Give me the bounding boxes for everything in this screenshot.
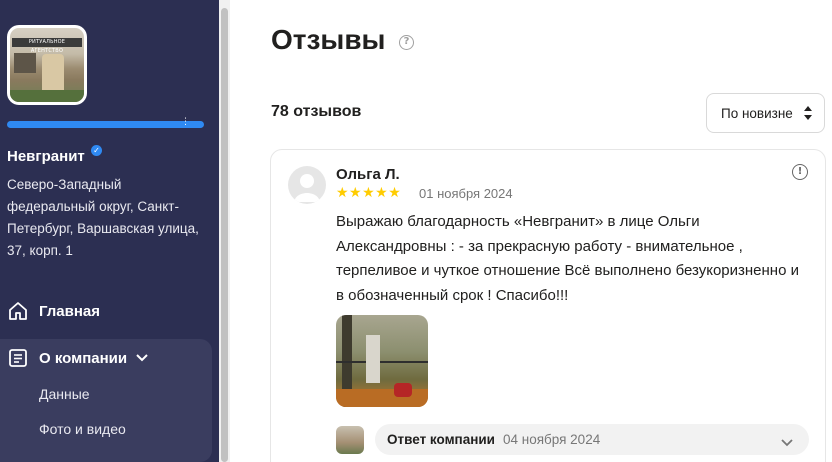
reviews-count: 78 отзывов bbox=[271, 103, 362, 120]
avatar[interactable] bbox=[288, 166, 326, 204]
sort-arrows-icon bbox=[804, 105, 812, 124]
review-text: Выражаю благодарность «Невгранит» в лице… bbox=[336, 213, 799, 304]
rating-stars: ★★★★★ bbox=[336, 185, 402, 201]
review-card: Ольга Л. ★★★★★ 01 ноября 2024 ! Выражаю … bbox=[270, 149, 826, 462]
sidebar-subitem-data[interactable]: Данные bbox=[39, 386, 90, 402]
sort-dropdown[interactable]: По новизне bbox=[706, 93, 825, 133]
company-address: Северо-Западный федеральный округ, Санкт… bbox=[7, 177, 199, 258]
review-date: 01 ноября 2024 bbox=[419, 186, 513, 201]
company-photo: РИТУАЛЬНОЕ АГЕНТСТВО bbox=[10, 28, 84, 102]
sidebar-scrollbar[interactable] bbox=[219, 0, 230, 462]
chevron-down-icon bbox=[781, 434, 793, 452]
company-reply-avatar bbox=[336, 426, 364, 454]
photo-monument bbox=[366, 335, 380, 383]
reply-date: 04 ноября 2024 bbox=[502, 432, 601, 447]
sort-selected-value: По новизне bbox=[721, 105, 793, 121]
scrollbar-thumb[interactable] bbox=[221, 8, 228, 462]
photo-fence bbox=[336, 361, 428, 363]
review-author[interactable]: Ольга Л. bbox=[336, 166, 400, 183]
document-icon bbox=[7, 347, 29, 369]
company-name: Невгранит bbox=[7, 148, 85, 165]
main-content: Отзывы ? 78 отзывов По новизне Ольга Л. … bbox=[230, 0, 832, 462]
reply-label: Ответ компании bbox=[387, 432, 495, 447]
photo-flowers bbox=[394, 383, 412, 397]
logo-grass bbox=[10, 90, 84, 102]
home-icon bbox=[7, 300, 29, 322]
chevron-down-icon[interactable] bbox=[135, 353, 149, 363]
company-logo[interactable]: РИТУАЛЬНОЕ АГЕНТСТВО bbox=[7, 25, 87, 105]
sidebar-item-label: О компании bbox=[39, 349, 128, 367]
report-exclamation-icon[interactable]: ! bbox=[792, 164, 808, 180]
sidebar-item-label: Главная bbox=[39, 302, 101, 320]
sidebar-subitem-photos[interactable]: Фото и видео bbox=[39, 421, 126, 437]
sidebar-item-home[interactable]: Главная bbox=[0, 293, 212, 329]
sidebar: РИТУАЛЬНОЕ АГЕНТСТВО ⋮ Невгранит ✓ Север… bbox=[0, 0, 230, 462]
logo-door bbox=[42, 54, 64, 90]
company-reply-toggle[interactable]: Ответ компании 04 ноября 2024 bbox=[375, 424, 809, 455]
logo-window bbox=[14, 53, 36, 73]
logo-sign: РИТУАЛЬНОЕ АГЕНТСТВО bbox=[12, 38, 82, 54]
photo-ground bbox=[336, 389, 428, 407]
review-photo[interactable] bbox=[336, 315, 428, 407]
sidebar-item-about[interactable]: О компании bbox=[0, 339, 212, 462]
help-question-icon[interactable]: ? bbox=[399, 35, 414, 50]
more-dots-icon[interactable]: ⋮ bbox=[181, 117, 190, 127]
verified-check-icon: ✓ bbox=[91, 145, 102, 156]
page-title: Отзывы bbox=[271, 24, 386, 55]
rating-progress-bar: ⋮ bbox=[7, 117, 204, 128]
